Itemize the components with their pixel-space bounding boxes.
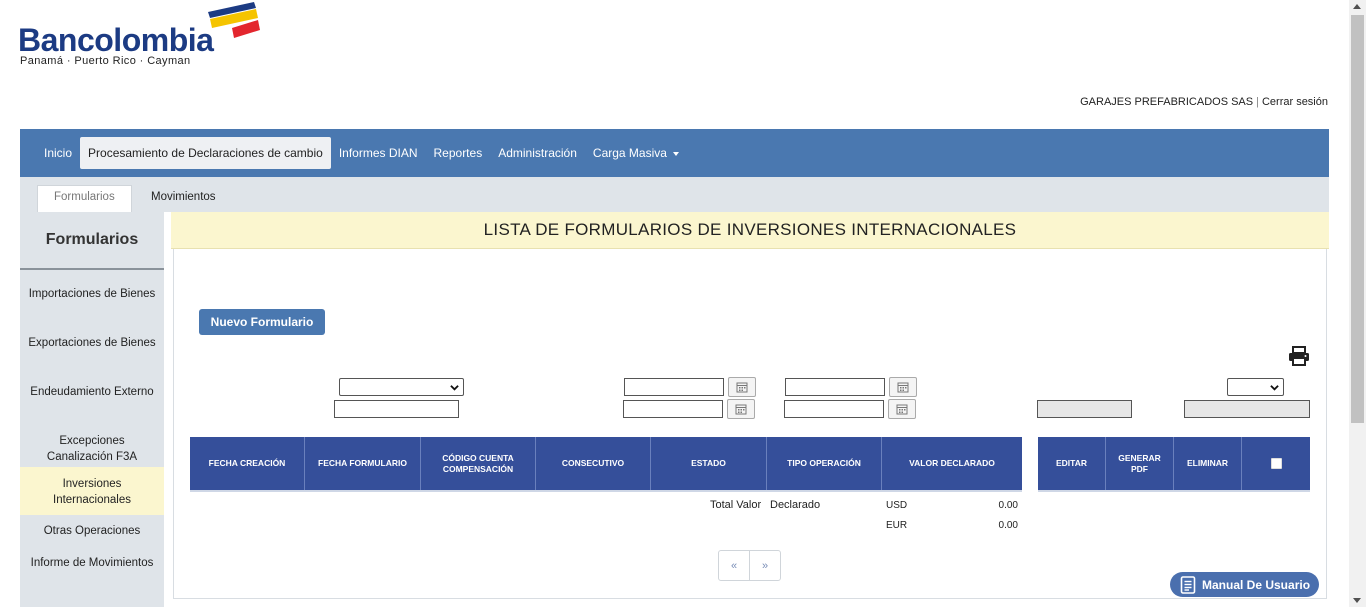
currency-usd: USD [886, 500, 908, 511]
sidebar-item-informe-movimientos[interactable]: Informe de Movimientos [20, 547, 164, 587]
sidebar-item-excepciones[interactable]: Excepciones Canalización F3A [20, 433, 164, 467]
pagination: « » [718, 550, 781, 581]
user-info: GARAJES PREFABRICADOS SAS | Cerrar sesión [1080, 96, 1328, 108]
amount-eur: 0.00 [998, 520, 1018, 531]
col-fecha-formulario[interactable]: FECHA FORMULARIO [305, 437, 421, 490]
currency-eur: EUR [886, 520, 908, 531]
total-label-2: Declarado [770, 499, 821, 511]
fecha-formulario-hasta-input[interactable] [784, 400, 884, 418]
calendar-icon[interactable] [728, 377, 756, 397]
next-page-button[interactable]: » [750, 551, 780, 580]
col-valor-declarado[interactable]: VALOR DECLARADO [882, 437, 1022, 490]
new-form-button[interactable]: Nuevo Formulario [199, 309, 325, 335]
col-estado[interactable]: ESTADO [651, 437, 767, 490]
sidebar-item-exportaciones[interactable]: Exportaciones de Bienes [20, 335, 164, 384]
calendar-icon[interactable] [727, 399, 755, 419]
document-icon [1180, 575, 1196, 594]
scroll-thumb[interactable] [1351, 15, 1364, 423]
brand-subtitle: Panamá · Puerto Rico · Cayman [20, 55, 191, 67]
actions-table-header: EDITAR GENERAR PDF ELIMINAR [1038, 437, 1310, 492]
col-editar: EDITAR [1038, 437, 1106, 490]
valor-filter-input[interactable] [1037, 400, 1132, 418]
col-codigo-cuenta[interactable]: CÓDIGO CUENTA COMPENSACIÓN [421, 437, 536, 490]
tab-movimientos[interactable]: Movimientos [135, 185, 232, 212]
consecutivo-filter-input[interactable] [334, 400, 459, 418]
acciones-filter-input[interactable] [1184, 400, 1310, 418]
sidebar-title: Formularios [20, 212, 164, 270]
bancolombia-logo[interactable]: Bancolombia Panamá · Puerto Rico · Cayma… [18, 2, 260, 68]
sub-tabs: Formularios Movimientos [20, 177, 1329, 212]
content-panel [173, 249, 1327, 599]
nav-carga-masiva[interactable]: Carga Masiva [585, 137, 687, 169]
brand-name: Bancolombia [18, 22, 214, 58]
fecha-creacion-desde-input[interactable] [624, 378, 724, 396]
prev-page-button[interactable]: « [719, 551, 750, 580]
scroll-up-icon[interactable] [1353, 4, 1361, 9]
print-icon[interactable] [1288, 346, 1310, 366]
estado-filter-select[interactable] [339, 378, 464, 396]
scroll-down-icon[interactable] [1353, 598, 1361, 603]
main-nav: Inicio Procesamiento de Declaraciones de… [20, 129, 1329, 177]
sidebar-item-endeudamiento[interactable]: Endeudamiento Externo [20, 384, 164, 433]
col-select-all [1242, 437, 1310, 490]
sidebar-item-importaciones[interactable]: Importaciones de Bienes [20, 286, 164, 335]
nav-procesamiento[interactable]: Procesamiento de Declaraciones de cambio [80, 137, 331, 169]
col-eliminar: ELIMINAR [1174, 437, 1242, 490]
nav-administracion[interactable]: Administración [490, 137, 585, 169]
col-fecha-creacion[interactable]: FECHA CREACIÓN [190, 437, 305, 490]
nav-reportes[interactable]: Reportes [426, 137, 491, 169]
sidebar-item-inversiones[interactable]: Inversiones Internacionales [20, 467, 164, 515]
col-generar-pdf: GENERAR PDF [1106, 437, 1174, 490]
page-scrollbar[interactable] [1349, 0, 1366, 607]
nav-inicio[interactable]: Inicio [36, 137, 80, 169]
select-all-checkbox[interactable] [1270, 458, 1282, 469]
amount-usd: 0.00 [998, 500, 1018, 511]
nav-informes-dian[interactable]: Informes DIAN [331, 137, 426, 169]
page: Bancolombia Panamá · Puerto Rico · Cayma… [0, 0, 1366, 607]
page-title: LISTA DE FORMULARIOS DE INVERSIONES INTE… [171, 212, 1329, 249]
user-manual-label: Manual De Usuario [1202, 577, 1311, 592]
logout-link[interactable]: Cerrar sesión [1262, 96, 1328, 108]
col-tipo-operacion[interactable]: TIPO OPERACIÓN [767, 437, 882, 490]
company-name: GARAJES PREFABRICADOS SAS [1080, 96, 1254, 108]
calendar-icon[interactable] [889, 377, 917, 397]
chevron-down-icon [1270, 385, 1279, 391]
sidebar-list: Importaciones de Bienes Exportaciones de… [20, 270, 164, 587]
tab-formularios[interactable]: Formularios [37, 185, 132, 212]
col-consecutivo[interactable]: CONSECUTIVO [536, 437, 651, 490]
table-header: FECHA CREACIÓN FECHA FORMULARIO CÓDIGO C… [190, 437, 1022, 492]
nav-carga-masiva-label: Carga Masiva [592, 146, 667, 160]
total-label: Total Valor [710, 499, 762, 511]
tipo-filter-select[interactable] [1227, 378, 1284, 396]
fecha-creacion-hasta-input[interactable] [623, 400, 723, 418]
brand-flag-icon [208, 2, 260, 38]
user-manual-button[interactable]: Manual De Usuario [1170, 572, 1319, 597]
user-separator: | [1256, 96, 1259, 108]
calendar-icon[interactable] [888, 399, 916, 419]
sidebar-item-otras-operaciones[interactable]: Otras Operaciones [20, 515, 164, 547]
sidebar: Formularios Importaciones de Bienes Expo… [20, 212, 164, 607]
fecha-formulario-desde-input[interactable] [785, 378, 885, 396]
chevron-down-icon [450, 385, 459, 391]
dropdown-caret-icon [672, 151, 679, 156]
